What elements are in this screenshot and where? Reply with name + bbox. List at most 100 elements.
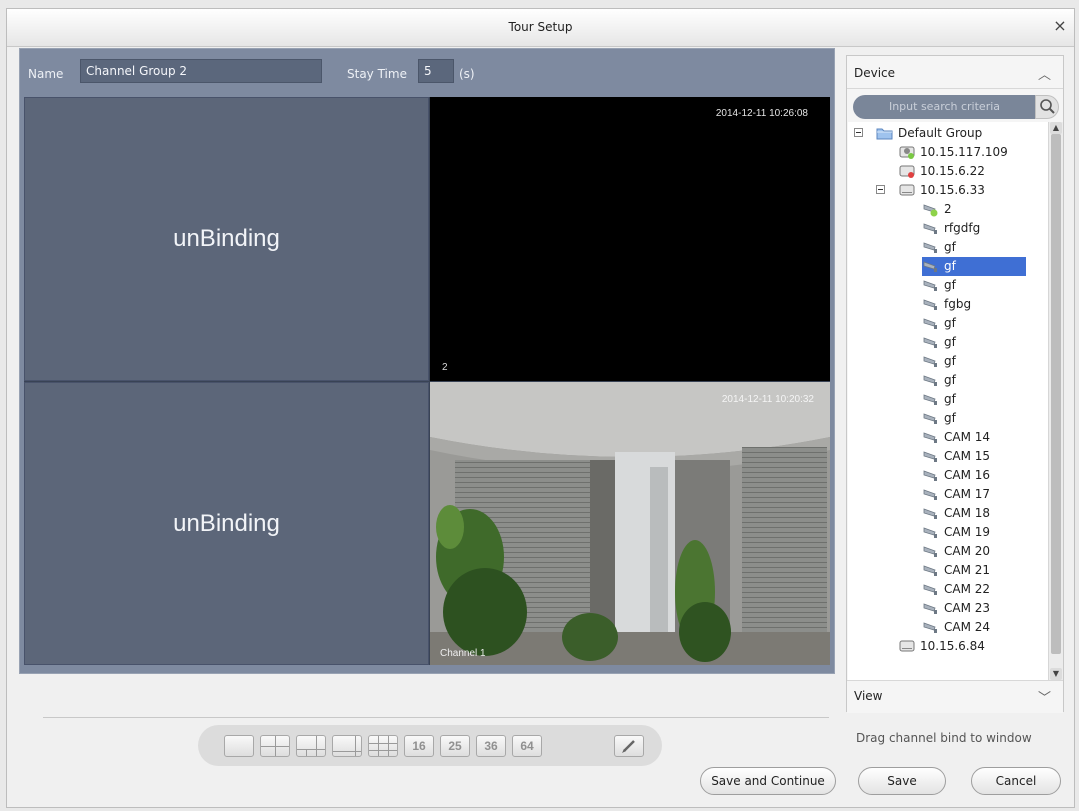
video-timestamp: 2014-12-11 10:26:08 <box>715 108 808 119</box>
tree-item-label: gf <box>944 316 956 330</box>
window-cell-4[interactable]: 2014-12-11 10:20:32 Channel 1 <box>430 382 830 665</box>
channel-label: Channel 1 <box>440 648 486 659</box>
tree-item[interactable]: CAM 14 <box>848 428 1048 447</box>
device-online-icon <box>898 144 916 160</box>
layout-25-button[interactable]: 25 <box>440 735 470 757</box>
layout-1-button[interactable] <box>224 735 254 757</box>
camera-icon <box>922 334 940 350</box>
tree-item[interactable]: CAM 18 <box>848 504 1048 523</box>
camera-icon <box>922 524 940 540</box>
tree-item-label: CAM 14 <box>944 430 991 444</box>
tree-item[interactable]: CAM 21 <box>848 561 1048 580</box>
tree-item[interactable]: 10.15.6.33 <box>848 181 1048 200</box>
tree-item[interactable]: gf <box>848 371 1048 390</box>
device-icon <box>898 182 916 198</box>
camera-icon <box>922 619 940 635</box>
device-search: Input search criteria <box>853 95 1059 119</box>
editor-panel: Name Channel Group 2 Stay Time 5 (s) unB… <box>19 48 835 674</box>
drag-hint: Drag channel bind to window <box>856 731 1032 745</box>
scroll-up-arrow-icon[interactable]: ▲ <box>1050 122 1062 134</box>
search-button[interactable] <box>1035 95 1059 119</box>
tree-item-label: 10.15.117.109 <box>920 145 1008 159</box>
layout-64-button[interactable]: 64 <box>512 735 542 757</box>
tree-item[interactable]: Default Group <box>848 124 1048 143</box>
tree-item-label: CAM 22 <box>944 582 991 596</box>
tree-item[interactable]: gf <box>848 352 1048 371</box>
tree-item[interactable]: gf <box>848 257 1048 276</box>
tree-item-label: CAM 17 <box>944 487 991 501</box>
scroll-thumb[interactable] <box>1051 134 1061 654</box>
tree-item[interactable]: CAM 19 <box>848 523 1048 542</box>
stay-time-input[interactable]: 5 <box>418 59 454 83</box>
search-input[interactable]: Input search criteria <box>853 95 1036 119</box>
layout-16-button[interactable]: 16 <box>404 735 434 757</box>
folder-icon <box>876 125 894 141</box>
view-title: View <box>854 689 883 703</box>
camera-icon <box>922 410 940 426</box>
tree-item-label: CAM 16 <box>944 468 991 482</box>
layout-36-button[interactable]: 36 <box>476 735 506 757</box>
collapse-toggle-icon[interactable] <box>854 128 863 137</box>
tree-item[interactable]: gf <box>848 314 1048 333</box>
tree-item[interactable]: 10.15.6.84 <box>848 637 1048 656</box>
tree-item[interactable]: CAM 24 <box>848 618 1048 637</box>
tree-item[interactable]: CAM 20 <box>848 542 1048 561</box>
layout-8-button[interactable] <box>332 735 362 757</box>
collapse-toggle-icon[interactable] <box>876 185 885 194</box>
chevron-down-icon[interactable]: ﹀ <box>1038 687 1051 706</box>
window-cell-3[interactable]: unBinding <box>24 382 429 665</box>
tree-item-label: 10.15.6.33 <box>920 183 985 197</box>
scroll-down-arrow-icon[interactable]: ▼ <box>1050 668 1062 680</box>
camera-icon <box>922 543 940 559</box>
preview-grid: unBinding 2014-12-11 10:26:08 2 unBindin… <box>24 97 830 665</box>
camera-icon <box>922 372 940 388</box>
tree-item-label: CAM 21 <box>944 563 991 577</box>
save-and-continue-button[interactable]: Save and Continue <box>700 767 836 795</box>
camera-icon <box>922 239 940 255</box>
camera-icon <box>922 391 940 407</box>
tree-item[interactable]: gf <box>848 409 1048 428</box>
tree-item[interactable]: fgbg <box>848 295 1048 314</box>
camera-icon <box>922 562 940 578</box>
tree-item[interactable]: gf <box>848 276 1048 295</box>
layout-6-button[interactable] <box>296 735 326 757</box>
layout-custom-button[interactable] <box>614 735 644 757</box>
tree-item-label: gf <box>944 240 956 254</box>
window-cell-2[interactable]: 2014-12-11 10:26:08 2 <box>430 97 830 381</box>
camera-video-frame <box>430 382 830 665</box>
tree-item[interactable]: CAM 22 <box>848 580 1048 599</box>
tree-item[interactable]: rfgdfg <box>848 219 1048 238</box>
tree-item-label: gf <box>944 411 956 425</box>
tree-scrollbar[interactable]: ▲ ▼ <box>1048 122 1063 680</box>
tree-item[interactable]: gf <box>848 238 1048 257</box>
layout-4-button[interactable] <box>260 735 290 757</box>
device-panel-header[interactable]: Device ︿ <box>847 56 1063 89</box>
layout-selector: 16 25 36 64 <box>198 725 662 766</box>
view-panel-header[interactable]: View ﹀ <box>847 680 1063 713</box>
device-icon <box>898 638 916 654</box>
chevron-up-icon[interactable]: ︿ <box>1038 64 1051 83</box>
cancel-button[interactable]: Cancel <box>971 767 1061 795</box>
tree-item[interactable]: 2 <box>848 200 1048 219</box>
tree-item[interactable]: CAM 17 <box>848 485 1048 504</box>
camera-icon <box>922 581 940 597</box>
tree-item[interactable]: CAM 23 <box>848 599 1048 618</box>
name-label: Name <box>28 67 64 81</box>
title-bar: Tour Setup × <box>7 9 1074 47</box>
close-icon[interactable]: × <box>1050 16 1070 36</box>
save-button[interactable]: Save <box>858 767 946 795</box>
tree-item[interactable]: gf <box>848 333 1048 352</box>
tree-item-label: CAM 15 <box>944 449 991 463</box>
camera-icon <box>922 600 940 616</box>
name-input[interactable]: Channel Group 2 <box>80 59 322 83</box>
layout-9-button[interactable] <box>368 735 398 757</box>
name-bar: Name Channel Group 2 Stay Time 5 (s) <box>20 49 834 95</box>
window-cell-1[interactable]: unBinding <box>24 97 429 381</box>
tree-item-label: gf <box>944 354 956 368</box>
tree-item[interactable]: CAM 16 <box>848 466 1048 485</box>
tree-item[interactable]: gf <box>848 390 1048 409</box>
tree-item[interactable]: 10.15.117.109 <box>848 143 1048 162</box>
tree-item[interactable]: CAM 15 <box>848 447 1048 466</box>
camera-icon <box>922 258 940 274</box>
tree-item[interactable]: 10.15.6.22 <box>848 162 1048 181</box>
